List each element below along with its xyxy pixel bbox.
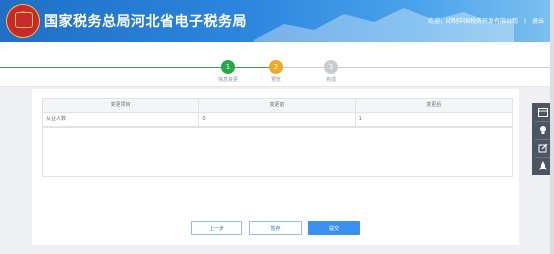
table-row: 从业人数 0 1 bbox=[43, 113, 512, 127]
submit-button[interactable]: 提交 bbox=[308, 221, 360, 235]
site-title: 国家税务总局河北省电子税务局 bbox=[44, 14, 247, 30]
cell-item: 从业人数 bbox=[43, 113, 200, 126]
step-3-label: 完成 bbox=[325, 77, 337, 83]
col-header-item: 变更项目 bbox=[43, 99, 200, 112]
table-empty-area bbox=[43, 127, 512, 176]
lightbulb-icon[interactable] bbox=[537, 124, 549, 136]
step-1-label: 信息变更 bbox=[217, 77, 239, 83]
calendar-icon[interactable] bbox=[537, 106, 549, 118]
prev-step-button[interactable]: 上一步 bbox=[191, 221, 242, 235]
cell-before: 0 bbox=[199, 113, 356, 126]
dock-divider bbox=[535, 139, 551, 140]
page-scrollbar[interactable] bbox=[550, 0, 554, 254]
step-1-circle: 1 bbox=[221, 60, 235, 74]
change-table: 变更项目 变更前 变更后 从业人数 0 1 bbox=[42, 98, 513, 177]
edit-icon[interactable] bbox=[537, 142, 549, 154]
rocket-icon[interactable] bbox=[537, 160, 549, 172]
user-area: 欢迎，印制中国税务开发有限公司 | 退出 bbox=[428, 16, 544, 25]
logout-link[interactable]: 退出 bbox=[532, 18, 544, 25]
step-2-circle: 2 bbox=[269, 60, 283, 74]
header-banner: 国家税务总局河北省电子税务局 欢迎，印制中国税务开发有限公司 | 退出 bbox=[0, 0, 554, 42]
table-header-row: 变更项目 变更前 变更后 bbox=[43, 99, 512, 113]
col-header-before: 变更前 bbox=[199, 99, 356, 112]
dock-divider bbox=[535, 121, 551, 122]
tax-emblem-logo bbox=[6, 4, 40, 38]
step-3-circle: 3 bbox=[324, 60, 338, 74]
step-2-label: 预览 bbox=[270, 77, 282, 83]
welcome-text: 欢迎，印制中国税务开发有限公司 bbox=[427, 18, 518, 25]
separator: | bbox=[523, 18, 526, 25]
cell-after: 1 bbox=[358, 116, 362, 122]
step-line-pending bbox=[276, 67, 554, 68]
save-draft-button[interactable]: 暂存 bbox=[249, 221, 302, 235]
col-header-after: 变更后 bbox=[426, 102, 442, 108]
dock-divider bbox=[535, 157, 551, 158]
